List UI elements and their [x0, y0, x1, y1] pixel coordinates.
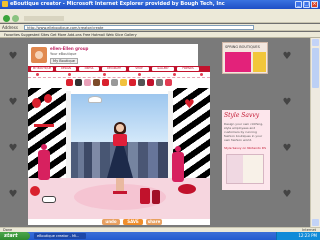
screen: eBoutique creator - Microsoft Internet E… [0, 0, 320, 240]
wall-shelf[interactable] [34, 124, 54, 127]
heart-icon: ♥ [282, 51, 292, 62]
tab-dress[interactable]: DRESS [79, 67, 99, 71]
tab-my-boutique[interactable]: MY BOUTIQUE [31, 67, 53, 71]
model-legs [116, 178, 124, 192]
pin-icon [173, 73, 176, 76]
window-title: eBoutique creator - Microsoft Internet E… [10, 1, 225, 7]
close-button[interactable]: × [311, 1, 318, 8]
promo-body: Design your own clothing, style employee… [224, 122, 264, 142]
address-label: Address [2, 25, 18, 30]
heart-icon: ♥ [8, 97, 18, 108]
ad-title: SPRING BOUTIQUES [225, 45, 260, 49]
address-bar: Address http://www.elleboutique.com/crea… [0, 24, 320, 31]
accessory-icon[interactable] [129, 79, 136, 86]
speaker-decor[interactable] [140, 188, 150, 204]
system-tray: 12:23 PM [276, 232, 320, 240]
model-shoes[interactable] [113, 191, 127, 194]
user-name[interactable]: ellen-Ellen group [50, 46, 88, 51]
heart-icon[interactable]: ♥ [184, 98, 195, 110]
tab-design[interactable]: DESIGN [56, 67, 76, 71]
minimize-button[interactable]: _ [295, 1, 302, 8]
forward-button[interactable] [12, 15, 19, 22]
ceiling-lamp[interactable] [88, 96, 102, 103]
action-bar: undo SAVE share [28, 219, 210, 225]
toolbar-buttons[interactable] [24, 16, 64, 21]
window-frame-left [66, 91, 71, 185]
heart-icon: ♥ [282, 143, 292, 154]
hat-icon[interactable] [111, 79, 118, 86]
share-button[interactable]: share [146, 219, 162, 225]
heart-icon: ♥ [8, 143, 18, 154]
speaker-decor[interactable] [152, 190, 160, 204]
my-boutique-button[interactable]: My Boutique [50, 58, 78, 64]
promo-title: Style Savvy [224, 112, 260, 119]
dress-icon[interactable] [84, 79, 91, 86]
save-button[interactable]: SAVE [123, 219, 143, 225]
scroll-down-button[interactable] [312, 219, 319, 226]
category-toolbar [28, 78, 210, 88]
address-input[interactable]: http://www.elleboutique.com/creator/crea… [24, 25, 254, 30]
ie-icon [2, 1, 8, 7]
taskbar: start eBoutique creator - Mi... 12:23 PM [0, 232, 320, 240]
style-savvy-promo[interactable]: Style Savvy Design your own clothing, st… [222, 110, 270, 190]
toolbar [0, 14, 320, 23]
shoe-icon[interactable] [93, 79, 100, 86]
tab-shop[interactable]: SHOP [129, 67, 149, 71]
heart-icon: ♥ [282, 97, 292, 108]
undo-button[interactable]: undo [102, 219, 120, 225]
heart-icon: ♥ [8, 51, 18, 62]
web-page: ♥ ♥ ♥ ♥ ♥ ♥ ♥ ♥ ellen-Ellen group Your e… [0, 38, 310, 227]
pin-icon [68, 73, 71, 76]
start-button[interactable]: start [0, 232, 30, 240]
heart-icon: ♥ [8, 189, 18, 200]
heart-icon: ♥ [282, 189, 292, 200]
clock: 12:23 PM [298, 233, 317, 238]
tab-friends[interactable]: FRIENDS [177, 67, 199, 71]
boutique-scene[interactable]: ♥ [28, 88, 210, 219]
promo-link[interactable]: Style Savvy on Nintendo DS [224, 146, 266, 150]
floor-icon[interactable] [165, 79, 172, 86]
title-bar: eBoutique creator - Microsoft Internet E… [0, 0, 320, 9]
decor-icon[interactable] [147, 79, 154, 86]
pants-icon[interactable] [75, 79, 82, 86]
jewelry-icon[interactable] [120, 79, 127, 86]
shoe-display[interactable] [42, 196, 56, 203]
boutique-app: MY BOUTIQUE DESIGN DRESS DECORATE SHOP G… [28, 66, 210, 225]
promo-image [226, 154, 264, 184]
maximize-button[interactable]: □ [303, 1, 310, 8]
pin-icon [200, 73, 203, 76]
model-top[interactable] [113, 134, 127, 146]
vertical-scrollbar[interactable] [310, 38, 320, 227]
advertisement[interactable]: SPRING BOUTIQUES [222, 42, 268, 74]
taskbar-item[interactable]: eBoutique creator - Mi... [34, 233, 86, 239]
balloon-decor[interactable] [32, 98, 41, 108]
back-button[interactable] [3, 15, 10, 22]
shirt-icon[interactable] [66, 79, 73, 86]
tab-gallery[interactable]: GALLERY [152, 67, 174, 71]
round-chair[interactable] [30, 186, 40, 196]
user-subtitle: Your eBoutique [50, 52, 77, 56]
ad-image-secondary [253, 52, 266, 72]
pin-icon [103, 73, 106, 76]
avatar[interactable] [31, 47, 47, 63]
wall-icon[interactable] [156, 79, 163, 86]
mannequin-right[interactable] [172, 152, 184, 182]
scroll-up-button[interactable] [312, 39, 319, 46]
tab-decorate[interactable]: DECORATE [102, 67, 126, 71]
user-header: ellen-Ellen group Your eBoutique My Bout… [28, 44, 198, 66]
pin-icon [138, 73, 141, 76]
stool[interactable] [178, 184, 196, 194]
scroll-thumb[interactable] [312, 48, 319, 88]
model-face [116, 124, 124, 132]
mannequin-left[interactable] [38, 150, 50, 180]
pin-icon [36, 73, 39, 76]
furniture-icon[interactable] [138, 79, 145, 86]
balloon-decor[interactable] [44, 94, 52, 103]
ad-image [225, 52, 251, 72]
bag-icon[interactable] [102, 79, 109, 86]
